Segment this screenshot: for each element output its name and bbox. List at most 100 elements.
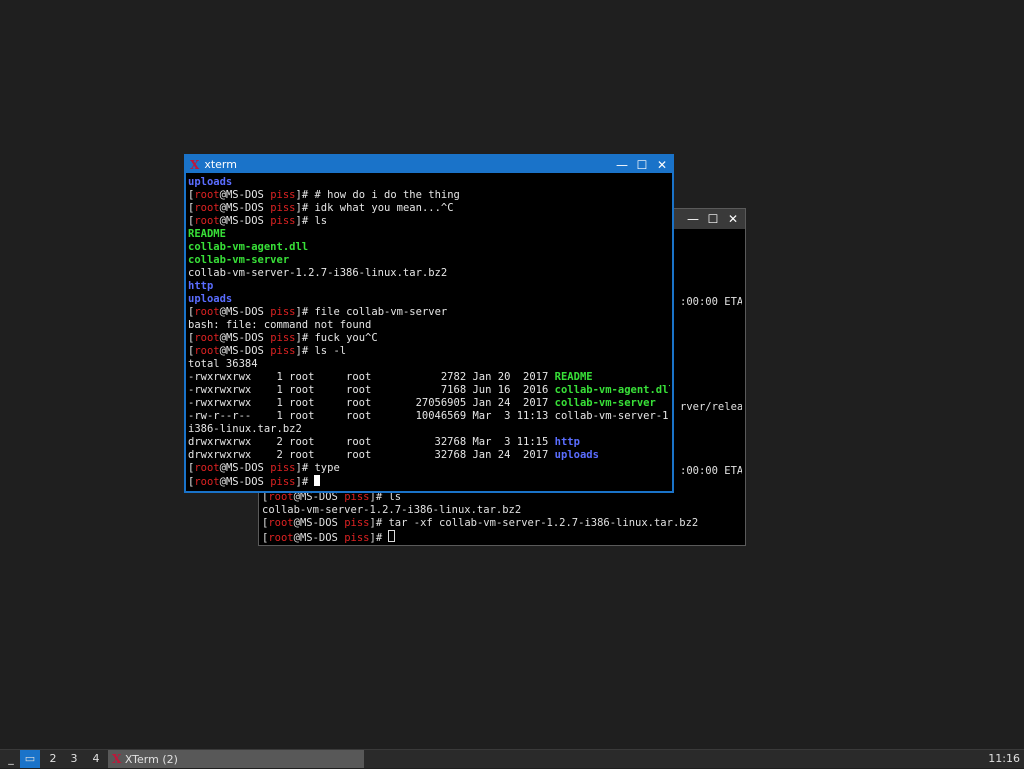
desktop-3-button[interactable]: 3 bbox=[65, 750, 83, 768]
prompt-host: @MS-DOS bbox=[219, 476, 271, 488]
terminal-line: collab-vm-server-1.2.7-i386-linux.tar.bz… bbox=[262, 504, 698, 517]
terminal-line: collab-vm-server bbox=[188, 254, 670, 267]
ls-row-meta: -rwxrwxrwx 1 root root 2782 Jan 20 2017 bbox=[188, 371, 555, 383]
prompt-user: root bbox=[194, 306, 220, 318]
terminal-line: [root@MS-DOS piss]# tar -xf collab-vm-se… bbox=[262, 517, 698, 530]
command-text: fuck you^C bbox=[308, 332, 378, 344]
prompt-dir: piss bbox=[344, 517, 370, 529]
directory-entry: http bbox=[188, 280, 214, 292]
command-text: idk what you mean...^C bbox=[308, 202, 454, 214]
terminal-line: drwxrwxrwx 2 root root 32768 Jan 24 2017… bbox=[188, 449, 670, 462]
prompt-bracket: ]# bbox=[295, 476, 309, 488]
back-terminal-lines: [root@MS-DOS piss]# ls collab-vm-server-1… bbox=[262, 491, 698, 545]
menu-button[interactable]: _ bbox=[4, 750, 18, 768]
ls-row-name: README bbox=[554, 371, 593, 383]
terminal-line: collab-vm-agent.dll bbox=[188, 241, 670, 254]
prompt-bracket: ]# bbox=[295, 332, 309, 344]
monitor-icon: ▭ bbox=[24, 752, 36, 765]
prompt-dir: piss bbox=[270, 215, 296, 227]
output-text: total 36384 bbox=[188, 358, 258, 370]
prompt-bracket: ]# bbox=[295, 189, 309, 201]
prompt-dir: piss bbox=[270, 202, 296, 214]
ls-row-meta: -rwxrwxrwx 1 root root 27056905 Jan 24 2… bbox=[188, 397, 555, 409]
ls-row-meta: drwxrwxrwx 2 root root 32768 Jan 24 2017 bbox=[188, 449, 555, 461]
ls-row-name: collab-vm-server-1.2.7- bbox=[554, 410, 670, 422]
prompt-bracket: ]# bbox=[295, 202, 309, 214]
prompt-user: root bbox=[194, 462, 220, 474]
prompt-host: @MS-DOS bbox=[219, 202, 271, 214]
prompt-host: @MS-DOS bbox=[219, 332, 271, 344]
task-label: XTerm (2) bbox=[124, 753, 178, 766]
terminal-line: [root@MS-DOS piss]# idk what you mean...… bbox=[188, 202, 670, 215]
prompt-bracket: ]# bbox=[295, 345, 309, 357]
prompt-bracket: ]# bbox=[295, 306, 309, 318]
prompt-bracket: ]# bbox=[295, 462, 309, 474]
desktop-4-button[interactable]: 4 bbox=[87, 750, 105, 768]
command-text: type bbox=[308, 462, 340, 474]
prompt-user: root bbox=[194, 345, 220, 357]
ls-row-meta: drwxrwxrwx 2 root root 32768 Mar 3 11:15 bbox=[188, 436, 555, 448]
xterm-icon: X bbox=[190, 157, 200, 172]
output-text: bash: file: command not found bbox=[188, 319, 372, 331]
prompt-dir: piss bbox=[270, 345, 296, 357]
minimize-button[interactable]: — bbox=[616, 158, 628, 172]
prompt-bracket: ]# bbox=[369, 517, 383, 529]
ls-row-name: uploads bbox=[554, 449, 599, 461]
prompt-host: @MS-DOS bbox=[219, 306, 271, 318]
terminal-line: -rwxrwxrwx 1 root root 27056905 Jan 24 2… bbox=[188, 397, 670, 410]
terminal-line: http bbox=[188, 280, 670, 293]
task-xterm[interactable]: X XTerm (2) bbox=[108, 750, 364, 768]
terminal-line: [root@MS-DOS piss]# ls -l bbox=[188, 345, 670, 358]
window-titlebar[interactable]: X xterm — ☐ ✕ bbox=[186, 156, 672, 173]
prompt-user: root bbox=[268, 517, 294, 529]
text-cursor bbox=[314, 475, 321, 486]
terminal-line: bash: file: command not found bbox=[188, 319, 670, 332]
terminal-line: -rwxrwxrwx 1 root root 7168 Jun 16 2016 … bbox=[188, 384, 670, 397]
terminal-line: i386-linux.tar.bz2 bbox=[188, 423, 670, 436]
close-button[interactable]: ✕ bbox=[656, 158, 668, 172]
prompt-bracket: ]# bbox=[369, 532, 383, 544]
ls-row-name: collab-vm-agent.dll bbox=[554, 384, 670, 396]
terminal-line: -rwxrwxrwx 1 root root 2782 Jan 20 2017 … bbox=[188, 371, 670, 384]
prompt-host: @MS-DOS bbox=[219, 345, 271, 357]
terminal-line: [root@MS-DOS piss]# type bbox=[188, 462, 670, 475]
window-title: xterm bbox=[204, 158, 237, 171]
prompt-dir: piss bbox=[270, 189, 296, 201]
terminal-line: [root@MS-DOS piss]# ls bbox=[188, 215, 670, 228]
directory-entry: collab-vm-agent.dll bbox=[188, 241, 309, 253]
directory-entry: uploads bbox=[188, 293, 233, 305]
prompt-host: @MS-DOS bbox=[293, 517, 345, 529]
directory-entry: collab-vm-server bbox=[188, 254, 290, 266]
prompt-user: root bbox=[194, 332, 220, 344]
prompt-user: root bbox=[268, 532, 294, 544]
taskbar: _ ▭ 2 3 4 X XTerm (2) 11:16 bbox=[0, 749, 1024, 768]
prompt-user: root bbox=[194, 202, 220, 214]
command-text: ls -l bbox=[308, 345, 347, 357]
terminal-line: -rw-r--r-- 1 root root 10046569 Mar 3 11… bbox=[188, 410, 670, 423]
terminal-line: collab-vm-server-1.2.7-i386-linux.tar.bz… bbox=[188, 267, 670, 280]
xterm-icon: X bbox=[112, 752, 122, 766]
terminal-line: uploads bbox=[188, 176, 670, 189]
prompt-dir: piss bbox=[270, 462, 296, 474]
output-text: collab-vm-server-1.2.7-i386-linux.tar.bz… bbox=[262, 504, 522, 516]
terminal-line: [root@MS-DOS piss]# file collab-vm-serve… bbox=[188, 306, 670, 319]
terminal-output[interactable]: uploads [root@MS-DOS piss]# # how do i do… bbox=[188, 176, 670, 491]
terminal-line: uploads bbox=[188, 293, 670, 306]
desktop-1-button[interactable]: ▭ bbox=[20, 750, 40, 768]
terminal-line: [root@MS-DOS piss]# bbox=[188, 475, 670, 489]
command-text: file collab-vm-server bbox=[308, 306, 448, 318]
prompt-user: root bbox=[194, 476, 220, 488]
terminal-line: [root@MS-DOS piss]# # how do i do the th… bbox=[188, 189, 670, 202]
maximize-button[interactable]: ☐ bbox=[636, 158, 648, 172]
front-terminal-window[interactable]: X xterm — ☐ ✕ uploads [root@MS-DOS piss]#… bbox=[184, 154, 674, 493]
terminal-line: [root@MS-DOS piss]# bbox=[262, 530, 698, 545]
desktop-2-button[interactable]: 2 bbox=[44, 750, 62, 768]
eta-fragment: :00:00 ETA bbox=[680, 465, 742, 477]
output-text: i386-linux.tar.bz2 bbox=[188, 423, 302, 435]
prompt-host: @MS-DOS bbox=[219, 215, 271, 227]
prompt-host: @MS-DOS bbox=[219, 462, 271, 474]
prompt-dir: piss bbox=[270, 306, 296, 318]
eta-fragment: :00:00 ETA bbox=[680, 296, 742, 308]
ls-row-meta: -rwxrwxrwx 1 root root 7168 Jun 16 2016 bbox=[188, 384, 555, 396]
terminal-line: README bbox=[188, 228, 670, 241]
